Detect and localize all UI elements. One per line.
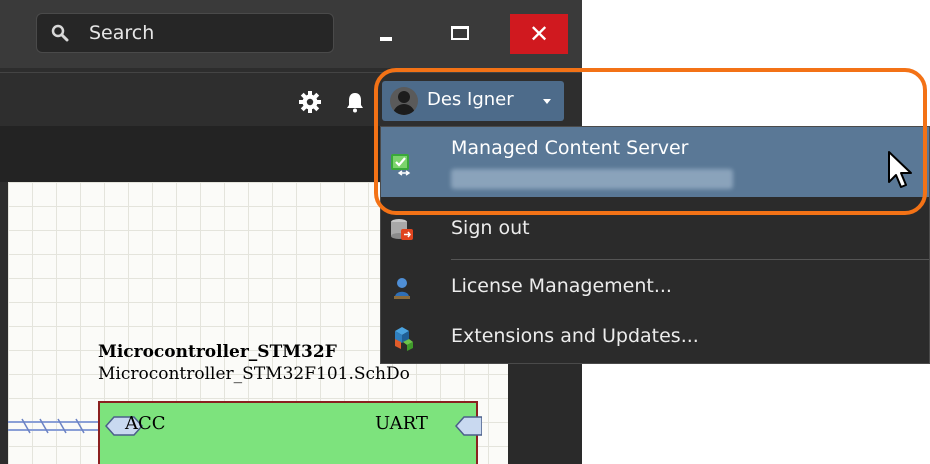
menu-item-sign-out[interactable]: Sign out (381, 211, 929, 249)
license-icon (394, 278, 410, 299)
minimize-icon (380, 37, 392, 41)
menu-item-extensions-and-updates[interactable]: Extensions and Updates... (381, 319, 929, 357)
search-icon (51, 24, 69, 42)
search-box[interactable]: Search (36, 13, 334, 53)
extensions-icon (395, 327, 413, 351)
close-button[interactable]: ✕ (510, 14, 568, 54)
menu-item-label: Sign out (451, 217, 530, 239)
title-bar: Search ✕ (0, 0, 582, 68)
gear-icon[interactable] (298, 90, 322, 114)
search-label: Search (89, 22, 155, 44)
close-icon: ✕ (528, 20, 550, 48)
pin-label-acc: ACC (125, 413, 166, 434)
pin-label-uart: UART (375, 413, 428, 434)
menu-item-label: License Management... (451, 275, 672, 297)
minimize-button[interactable] (362, 14, 414, 54)
menu-divider (451, 259, 929, 260)
bell-icon[interactable] (344, 91, 366, 113)
callout-highlight (374, 68, 927, 215)
bus-wire (8, 418, 100, 434)
sign-out-icon (391, 219, 413, 240)
maximize-button[interactable] (434, 14, 486, 54)
component-file-name: Microcontroller_STM32F101.SchDo (98, 364, 410, 384)
maximize-icon (451, 26, 469, 40)
port-uart-icon (454, 416, 482, 436)
component-title: Microcontroller_STM32F (98, 342, 337, 362)
menu-item-label: Extensions and Updates... (451, 325, 699, 347)
menu-item-license-management[interactable]: License Management... (381, 269, 929, 307)
